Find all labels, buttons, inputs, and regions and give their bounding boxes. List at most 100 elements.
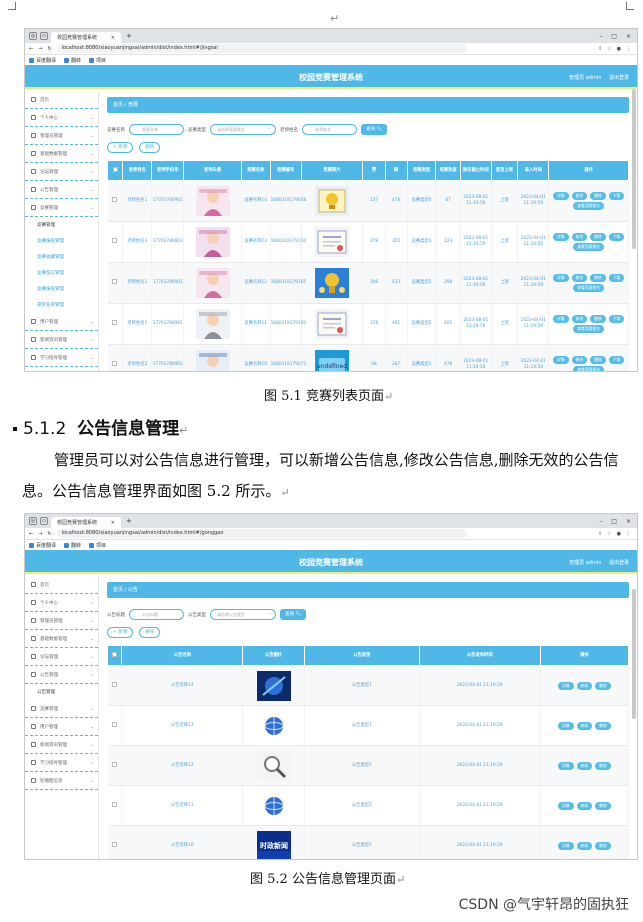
close-window-icon[interactable]: × <box>626 33 631 40</box>
sidebar-item[interactable]: 学习指导管理 ⌄ <box>25 754 98 772</box>
back-icon[interactable]: ← <box>29 46 33 52</box>
bookmark-item[interactable]: 项目 <box>89 57 106 64</box>
detail-button[interactable]: 详情 <box>552 274 569 282</box>
browser-menu-icon[interactable]: ◎ <box>29 32 37 40</box>
row-checkbox[interactable] <box>112 238 118 244</box>
edit-button[interactable]: 修改 <box>571 274 588 282</box>
teacher-name-input[interactable]: 老师姓名 <box>302 124 357 135</box>
reload-icon[interactable]: ↻ <box>47 531 51 537</box>
scrollbar[interactable] <box>632 89 636 249</box>
select-all-header[interactable] <box>106 160 124 181</box>
scrollbar[interactable] <box>632 589 636 719</box>
detail-button[interactable]: 详情 <box>557 761 574 770</box>
detail-button[interactable]: 详情 <box>557 801 574 810</box>
row-checkbox[interactable] <box>112 320 118 326</box>
share-icon[interactable]: ⇪ <box>598 46 602 52</box>
edit-button[interactable]: 修改 <box>571 192 588 200</box>
bookmark-item[interactable]: 百度翻译 <box>29 542 56 549</box>
bookmark-item[interactable]: 翻转 <box>64 57 81 64</box>
maximize-icon[interactable]: □ <box>611 518 617 525</box>
sidebar-subitem[interactable]: 竞赛收藏管理 <box>25 249 98 265</box>
view-registrations-button[interactable]: 查看竞赛报名 <box>573 366 605 371</box>
new-tab-icon[interactable]: + <box>126 517 132 525</box>
bookmark-item[interactable]: 项目 <box>89 542 106 549</box>
more-icon[interactable]: ⋮ <box>626 531 631 537</box>
sidebar-item[interactable]: 首页 <box>25 576 98 594</box>
minimize-icon[interactable]: – <box>599 33 602 40</box>
competition-name-input[interactable]: 竞赛名称 <box>129 124 184 135</box>
edit-button[interactable]: 修改 <box>571 356 588 364</box>
sidebar-item[interactable]: 管理员管理 ⌄ <box>25 612 98 630</box>
profile-icon[interactable]: ● <box>617 46 621 52</box>
sidebar-item[interactable]: 基础数据管理 ⌄ <box>25 630 98 648</box>
download-button[interactable]: 下载 <box>608 315 625 323</box>
browser-tab[interactable]: 校园竞赛管理系统 × <box>51 32 121 43</box>
forward-icon[interactable]: → <box>38 46 42 52</box>
edit-button[interactable]: 修改 <box>571 233 588 241</box>
row-checkbox[interactable] <box>112 361 118 367</box>
breadcrumb-home[interactable]: 首页 <box>113 102 123 108</box>
breadcrumb-home[interactable]: 首页 <box>113 587 123 593</box>
edit-button[interactable]: 修改 <box>576 801 593 810</box>
sidebar-item[interactable]: 竞赛管理 ⌄ <box>25 199 98 217</box>
search-button[interactable]: 查询 🔍︎ <box>361 124 388 135</box>
delete-row-button[interactable]: 删除 <box>590 356 606 364</box>
sidebar-item[interactable]: 个人中心 ⌄ <box>25 109 98 127</box>
detail-button[interactable]: 详情 <box>552 356 569 364</box>
sidebar-item[interactable]: 新闻资讯管理 ⌄ <box>25 331 98 349</box>
detail-button[interactable]: 详情 <box>552 192 569 200</box>
delete-row-button[interactable]: 删除 <box>590 192 606 200</box>
reload-icon[interactable]: ↻ <box>47 46 51 52</box>
view-registrations-button[interactable]: 查看竞赛报名 <box>573 284 605 292</box>
notice-title-input[interactable]: 公告标题 <box>129 609 184 620</box>
star-icon[interactable]: ☆ <box>607 531 611 537</box>
delete-button[interactable]: 删除 <box>139 627 161 638</box>
sidebar-item[interactable]: 个人中心 ⌄ <box>25 594 98 612</box>
detail-button[interactable]: 详情 <box>557 721 574 730</box>
url-field[interactable]: localhost:8080/xiaoyuanjingsai/admin/dis… <box>56 44 467 53</box>
edit-button[interactable]: 修改 <box>576 761 593 770</box>
sidebar-subitem[interactable]: 竞赛管理 <box>25 217 98 233</box>
add-button[interactable]: + 新增 <box>107 627 134 638</box>
sidebar-subitem[interactable]: 公告管理 <box>25 684 98 700</box>
row-checkbox[interactable] <box>112 197 118 203</box>
row-checkbox[interactable] <box>112 279 118 285</box>
download-button[interactable]: 下载 <box>608 233 625 241</box>
share-icon[interactable]: ⇪ <box>598 531 602 537</box>
competition-type-select[interactable]: 请选择竞赛类型 <box>210 123 276 135</box>
edit-button[interactable]: 修改 <box>576 681 593 690</box>
more-icon[interactable]: ⋮ <box>626 46 631 52</box>
logout-link[interactable]: 退出登录 <box>609 560 629 566</box>
edit-button[interactable]: 修改 <box>576 721 593 730</box>
detail-button[interactable]: 详情 <box>552 315 569 323</box>
delete-row-button[interactable]: 删除 <box>590 274 606 282</box>
detail-button[interactable]: 详情 <box>557 681 574 690</box>
delete-row-button[interactable]: 删除 <box>590 315 606 323</box>
new-tab-icon[interactable]: + <box>126 32 132 40</box>
sidebar-item[interactable]: 学习指导管理 ⌄ <box>25 349 98 367</box>
tab-list-icon[interactable]: ▭ <box>40 517 48 525</box>
delete-row-button[interactable]: 删除 <box>590 233 606 241</box>
search-button[interactable]: 查询 🔍︎ <box>280 609 307 620</box>
row-checkbox[interactable] <box>111 841 117 847</box>
sidebar-item[interactable]: 公告管理 ⌄ <box>25 666 98 684</box>
sidebar-subitem[interactable]: 竞赛报名管理 <box>25 281 98 297</box>
star-icon[interactable]: ☆ <box>607 46 611 52</box>
close-window-icon[interactable]: × <box>626 518 631 525</box>
detail-button[interactable]: 详情 <box>552 233 569 241</box>
download-button[interactable]: 下载 <box>608 192 625 200</box>
browser-tab[interactable]: 校园竞赛管理系统 × <box>51 517 121 528</box>
sidebar-item[interactable]: 管理员管理 ⌄ <box>25 127 98 145</box>
download-button[interactable]: 下载 <box>608 274 625 282</box>
bookmark-item[interactable]: 翻转 <box>64 542 81 549</box>
sidebar-item[interactable]: 用户管理 ⌄ <box>25 718 98 736</box>
sidebar-subitem[interactable]: 竞赛留言管理 <box>25 265 98 281</box>
sidebar-subitem[interactable]: 竞赛报名管理 <box>25 233 98 249</box>
download-button[interactable]: 下载 <box>608 356 625 364</box>
view-registrations-button[interactable]: 查看竞赛报名 <box>573 202 605 210</box>
url-field[interactable]: localhost:8080/xiaoyuanjingsai/admin/dis… <box>56 529 467 538</box>
row-checkbox[interactable] <box>111 761 117 767</box>
row-checkbox[interactable] <box>111 801 117 807</box>
select-all-checkbox[interactable] <box>112 651 118 657</box>
row-checkbox[interactable] <box>111 721 117 727</box>
